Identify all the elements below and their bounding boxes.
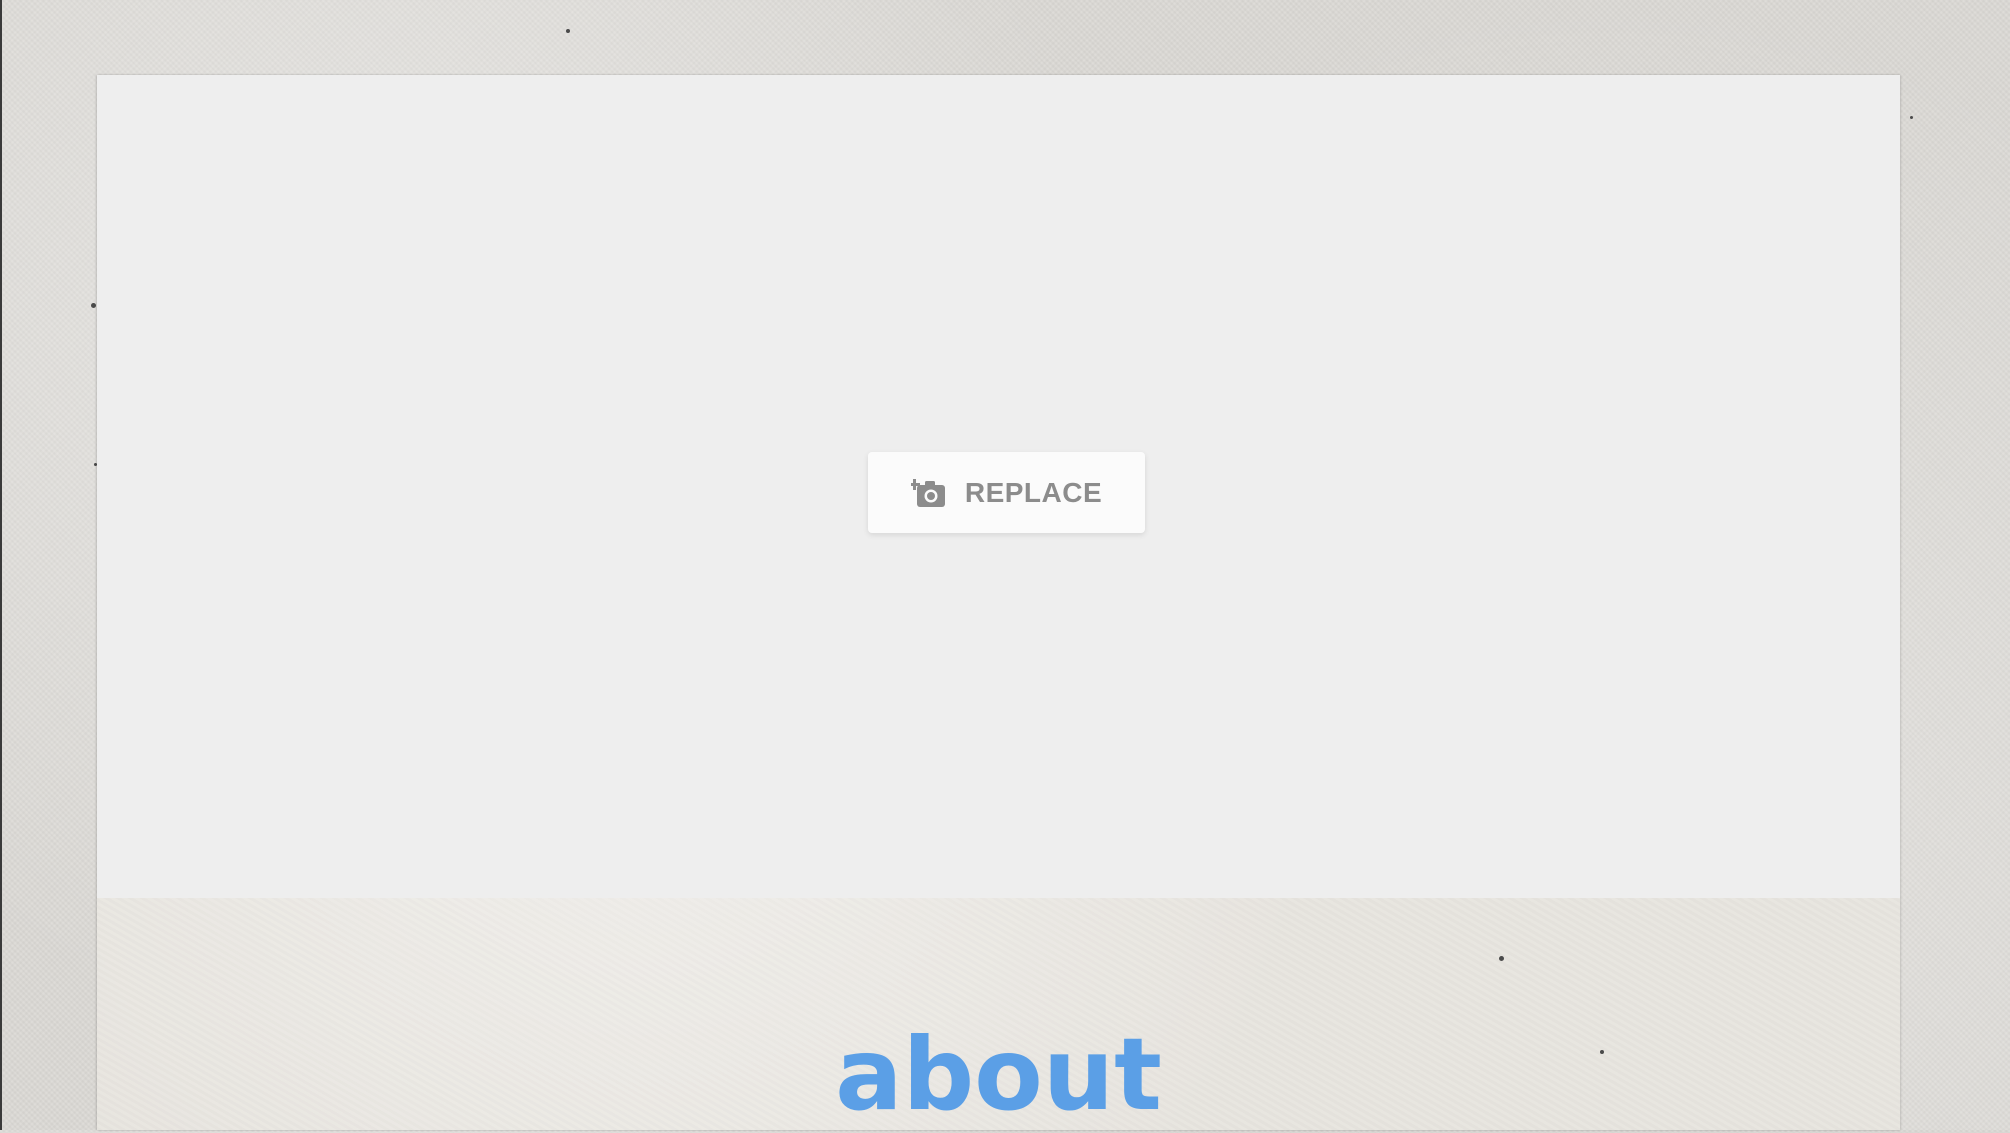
add-photo-camera-icon	[908, 477, 947, 509]
page-left-edge	[0, 0, 2, 1130]
replace-image-button[interactable]: REPLACE	[868, 452, 1145, 533]
content-panel: REPLACE about	[97, 75, 1900, 1130]
background-speck	[566, 29, 570, 33]
replace-button-label: REPLACE	[964, 476, 1103, 508]
image-placeholder[interactable]: REPLACE	[97, 75, 1900, 898]
background-speck	[1600, 1050, 1604, 1054]
background-speck	[91, 303, 96, 308]
section-heading-about: about	[835, 1016, 1162, 1133]
background-speck	[1910, 116, 1913, 119]
background-speck	[1499, 956, 1504, 961]
